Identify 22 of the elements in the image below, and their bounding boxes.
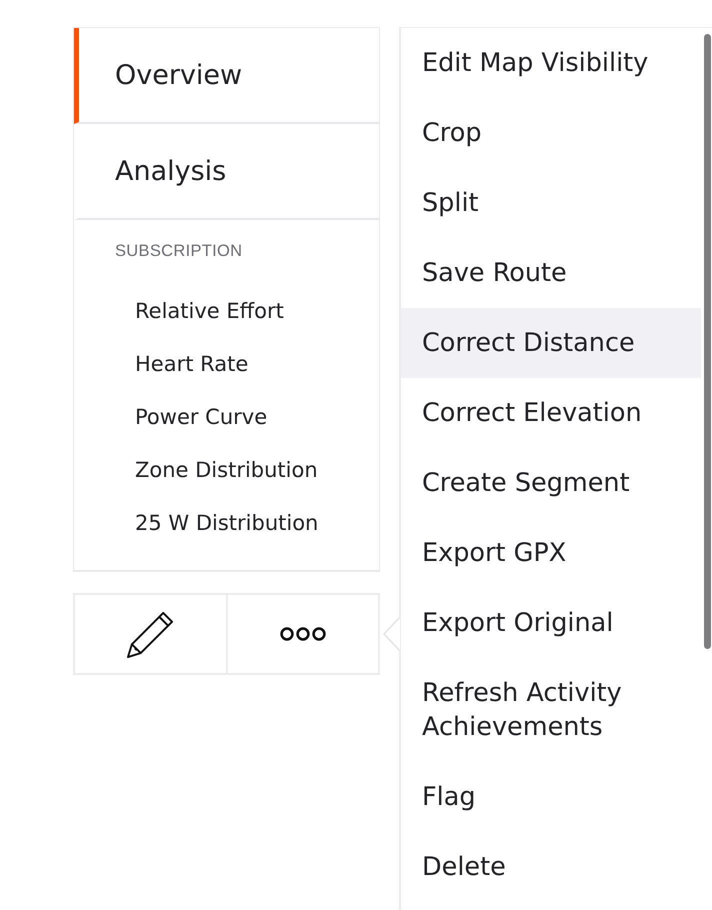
nav-link[interactable]: Relative Effort	[115, 285, 379, 338]
menu-item[interactable]: Flag	[401, 762, 701, 832]
menu-item[interactable]: Correct Elevation	[401, 378, 701, 448]
nav-link[interactable]: 25 W Distribution	[115, 497, 379, 550]
nav-link[interactable]: Power Curve	[115, 391, 379, 444]
nav-link[interactable]: Heart Rate	[115, 338, 379, 391]
scrollbar-thumb[interactable]	[704, 34, 711, 649]
menu-item[interactable]: Save Route	[401, 238, 701, 308]
nav-tab[interactable]: Overview	[74, 28, 379, 124]
menu-item[interactable]: Crop	[401, 98, 701, 168]
pencil-icon	[126, 610, 174, 658]
section-heading: SUBSCRIPTION	[115, 241, 244, 262]
menu-item[interactable]: Export Original	[401, 588, 701, 658]
nav-link[interactable]: Zone Distribution	[115, 444, 379, 497]
menu-item[interactable]: Create Segment	[401, 448, 701, 518]
more-icon	[280, 627, 326, 641]
menu-item[interactable]: Export GPX	[401, 518, 701, 588]
menu-item[interactable]: Delete	[401, 832, 701, 902]
menu-item[interactable]: Refresh Activity Achievements	[401, 658, 701, 762]
menu-item[interactable]: Correct Distance	[401, 308, 701, 378]
menu-item[interactable]: Edit Map Visibility	[401, 28, 701, 98]
menu-item[interactable]: Split	[401, 168, 701, 238]
